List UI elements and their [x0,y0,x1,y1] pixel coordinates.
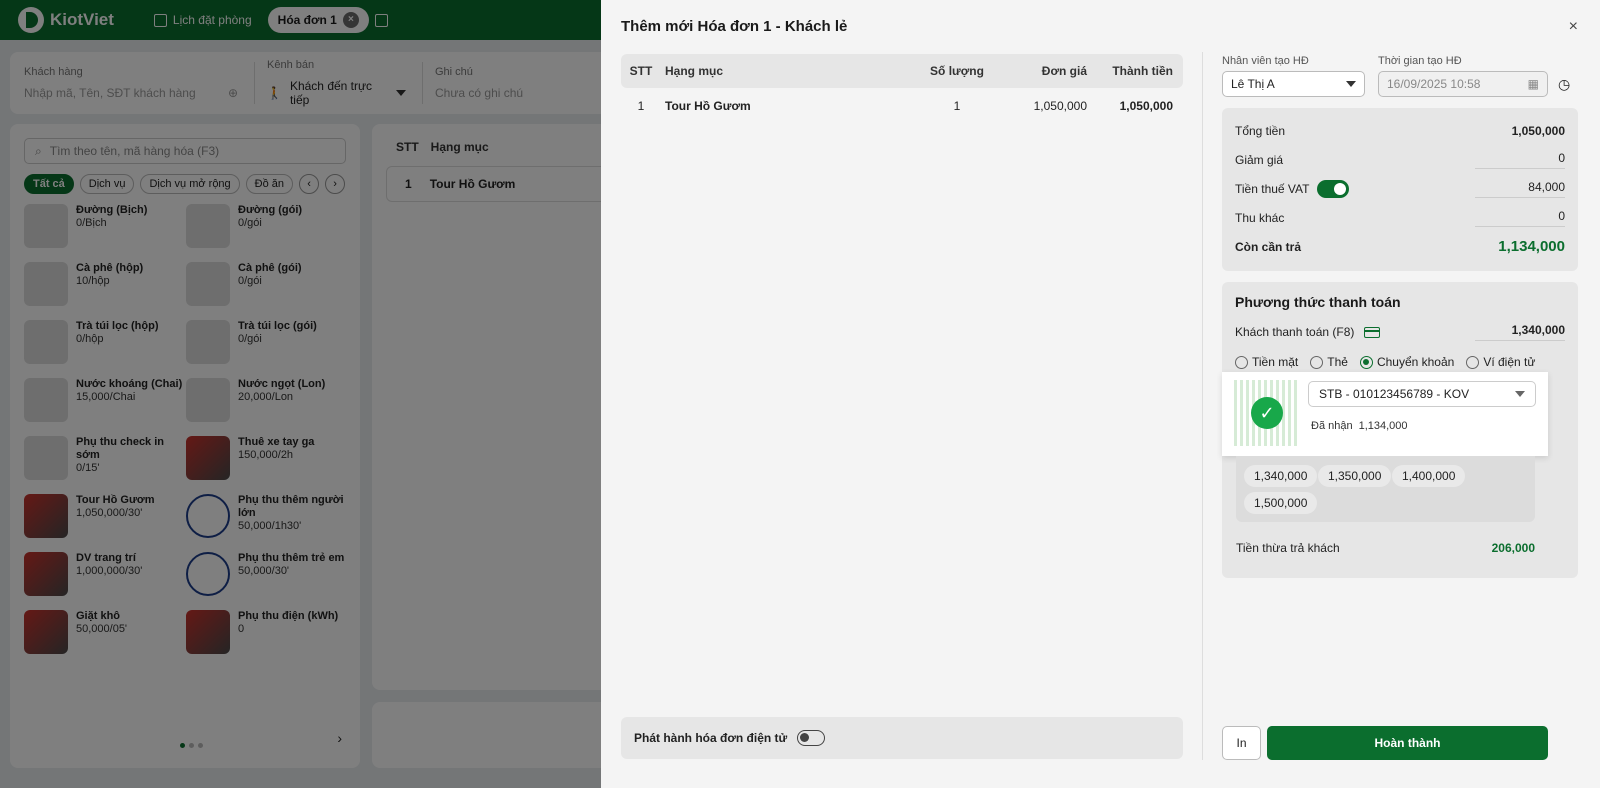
einvoice-label: Phát hành hóa đơn điện tử [634,731,788,745]
due-value: 1,134,000 [1498,238,1565,255]
customer-pay-label: Khách thanh toán (F8) [1235,325,1355,339]
total-value: 1,050,000 [1511,123,1565,138]
other-fee-row: Thu khác 0 [1235,203,1565,232]
quick-amounts: 1,340,000 1,350,000 1,400,000 1,500,000 [1236,456,1535,522]
credit-card-icon[interactable] [1363,327,1380,339]
method-cash-radio[interactable]: Tiền mặt [1235,355,1298,369]
col-item: Hạng mục [665,64,724,78]
received-value: 1,134,000 [1358,420,1408,432]
other-fee-value[interactable]: 0 [1475,209,1565,227]
change-row: Tiền thừa trả khách 206,000 [1236,541,1535,555]
customer-pay-row: Khách thanh toán (F8) 1,340,000 [1235,323,1565,341]
complete-button[interactable]: Hoàn thành [1267,726,1548,760]
staff-value: Lê Thị A [1231,77,1275,91]
time-label: Thời gian tạo HĐ [1378,55,1462,67]
close-icon[interactable]: × [1569,18,1578,36]
bank-account-value: STB - 010123456789 - KOV [1319,387,1470,401]
staff-label: Nhân viên tạo HĐ [1222,55,1309,67]
due-label: Còn cần trả [1235,239,1302,254]
cell-total: 1,050,000 [1119,99,1173,113]
radio-icon [1235,355,1248,369]
quick-amount-button[interactable]: 1,400,000 [1392,465,1466,487]
discount-label: Giảm giá [1235,152,1284,167]
einvoice-bar: Phát hành hóa đơn điện tử [621,717,1183,759]
payment-title: Phương thức thanh toán [1235,294,1401,310]
chevron-down-icon [1515,391,1525,397]
calendar-icon[interactable]: ▦ [1528,77,1539,91]
col-qty: Số lượng [930,64,984,78]
staff-select[interactable]: Lê Thị A [1222,71,1365,97]
clock-icon[interactable]: ◷ [1558,76,1570,93]
time-input[interactable]: 16/09/2025 10:58 ▦ [1378,71,1548,97]
method-label: Ví điện tử [1483,355,1536,369]
col-price: Đơn giá [1041,64,1087,78]
cell-item: Tour Hồ Gươm [665,99,751,113]
due-row: Còn cần trả 1,134,000 [1235,232,1565,261]
method-label: Chuyển khoản [1376,355,1455,369]
total-label: Tổng tiền [1235,123,1286,138]
table-header: STT Hạng mục Số lượng Đơn giá Thành tiền [621,54,1183,88]
table-row[interactable]: 1 Tour Hồ Gươm 1 1,050,000 1,050,000 [621,88,1183,124]
discount-input[interactable]: 0 [1475,151,1565,169]
radio-icon [1466,355,1480,369]
method-card-radio[interactable]: Thẻ [1310,355,1348,369]
received-label: Đã nhận [1311,420,1353,432]
col-total: Thành tiền [1112,64,1173,78]
other-fee-label: Thu khác [1235,210,1285,225]
payment-methods: Tiền mặt Thẻ Chuyển khoản Ví điện tử [1235,355,1565,369]
change-label: Tiền thừa trả khách [1236,541,1340,555]
quick-amount-button[interactable]: 1,340,000 [1244,465,1318,487]
method-label: Tiền mặt [1252,355,1299,369]
method-label: Thẻ [1327,355,1348,369]
quick-amount-button[interactable]: 1,500,000 [1244,492,1318,514]
bank-transfer-popover: ✓ STB - 010123456789 - KOV Đã nhận 1,134… [1222,372,1548,456]
cell-price: 1,050,000 [1033,99,1087,113]
print-button[interactable]: In [1222,726,1261,760]
bank-account-select[interactable]: STB - 010123456789 - KOV [1308,381,1536,407]
vat-label-wrap: Tiền thuế VAT [1235,179,1350,198]
radio-icon [1359,355,1373,369]
vat-label: Tiền thuế VAT [1235,181,1310,196]
check-circle-icon: ✓ [1251,397,1283,429]
customer-pay-input[interactable]: 1,340,000 [1475,323,1565,341]
divider [1202,52,1203,760]
einvoice-toggle[interactable] [797,730,826,746]
vat-value[interactable]: 84,000 [1475,180,1565,198]
invoice-items-table: STT Hạng mục Số lượng Đơn giá Thành tiền… [621,54,1183,124]
col-stt: STT [629,64,653,78]
vat-toggle[interactable] [1317,179,1350,198]
discount-row: Giảm giá 0 [1235,145,1565,174]
modal-title: Thêm mới Hóa đơn 1 - Khách lẻ [621,18,848,35]
quick-amount-button[interactable]: 1,350,000 [1318,465,1392,487]
cell-stt: 1 [637,99,645,113]
total-row: Tổng tiền 1,050,000 [1235,116,1565,145]
method-ewallet-radio[interactable]: Ví điện tử [1466,355,1535,369]
summary-box: Tổng tiền 1,050,000 Giảm giá 0 Tiền thuế… [1222,108,1578,271]
chevron-down-icon [1346,81,1356,87]
change-value: 206,000 [1491,541,1535,555]
radio-icon [1310,355,1324,369]
received-info: Đã nhận 1,134,000 [1311,420,1408,432]
cell-qty[interactable]: 1 [917,99,997,113]
customer-pay-label-wrap: Khách thanh toán (F8) [1235,325,1380,339]
time-value: 16/09/2025 10:58 [1387,77,1481,91]
method-transfer-radio[interactable]: Chuyển khoản [1359,355,1455,369]
vat-row: Tiền thuế VAT 84,000 [1235,174,1565,203]
